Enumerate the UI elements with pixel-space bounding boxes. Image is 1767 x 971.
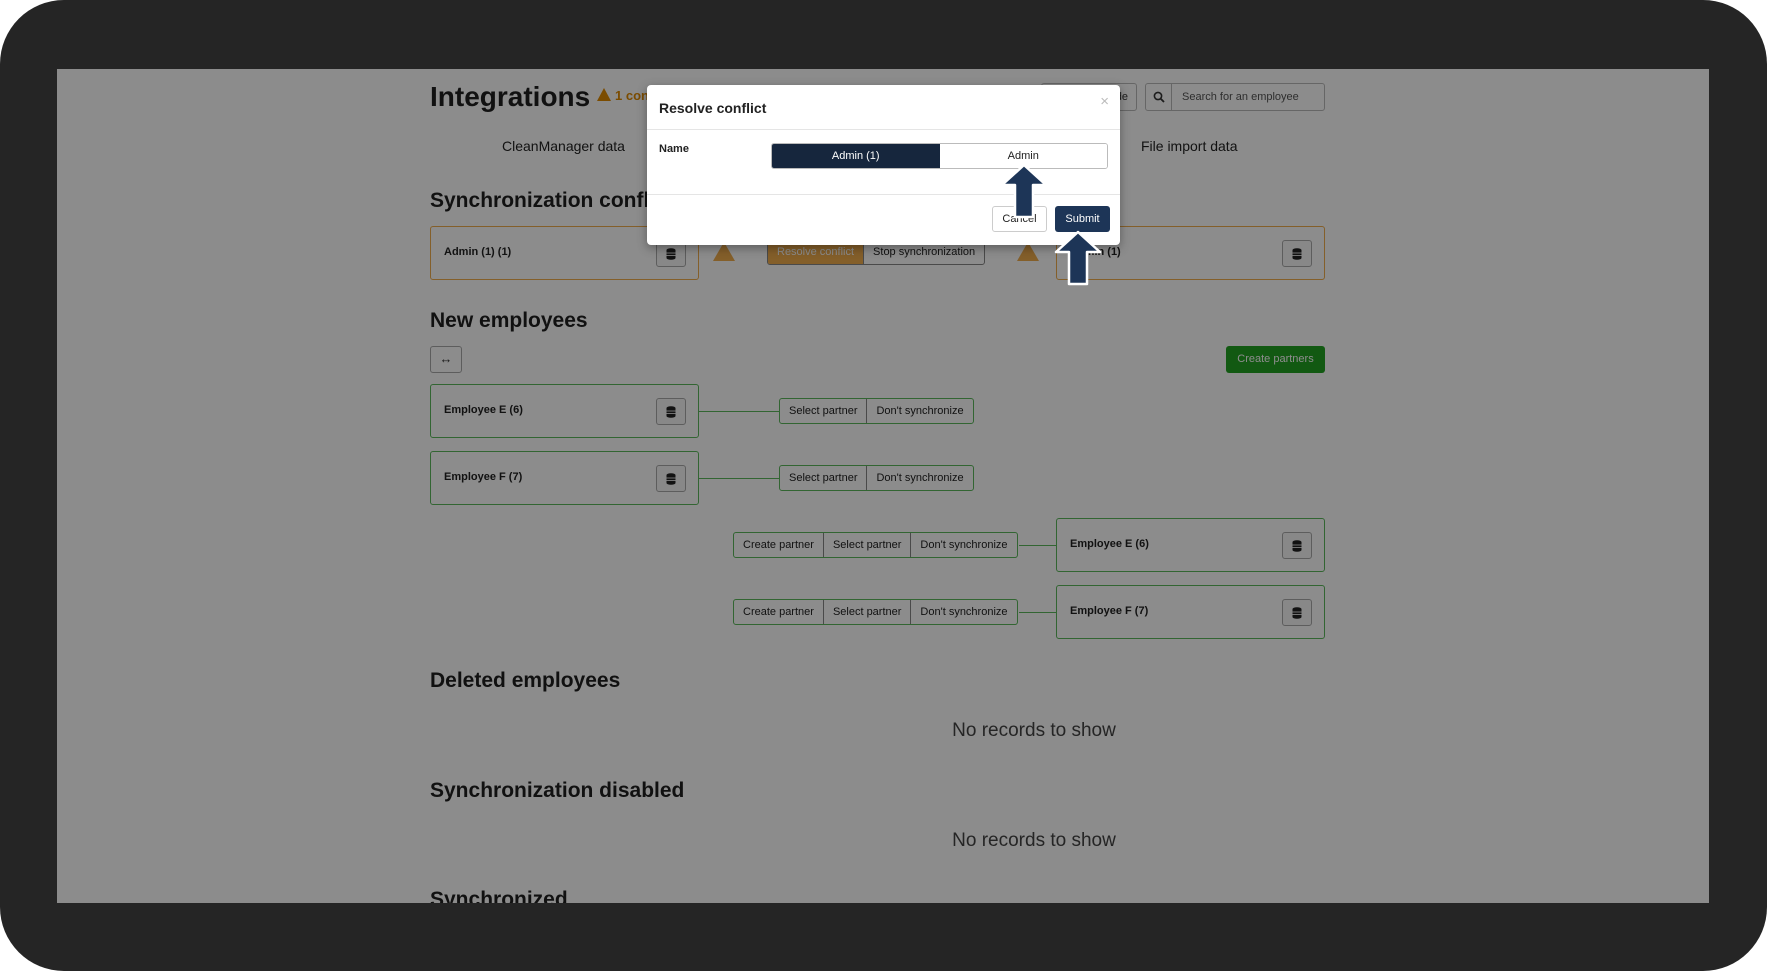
divider — [647, 129, 1120, 130]
name-option-toggle: Admin (1) Admin — [771, 143, 1108, 169]
option-admin-1[interactable]: Admin (1) — [772, 144, 940, 168]
divider — [647, 194, 1120, 195]
arrow-up-icon — [1000, 163, 1048, 219]
device-frame: Integrations 1 conflict Hide CleanManage… — [0, 0, 1767, 971]
submit-button[interactable]: Submit — [1055, 206, 1110, 232]
name-field-label: Name — [659, 143, 689, 155]
screen: Integrations 1 conflict Hide CleanManage… — [57, 69, 1709, 903]
arrow-up-icon — [1054, 230, 1102, 286]
dialog-title: Resolve conflict — [659, 100, 767, 116]
close-icon[interactable]: × — [1100, 93, 1109, 110]
resolve-conflict-dialog: Resolve conflict × Name Admin (1) Admin … — [647, 85, 1120, 245]
